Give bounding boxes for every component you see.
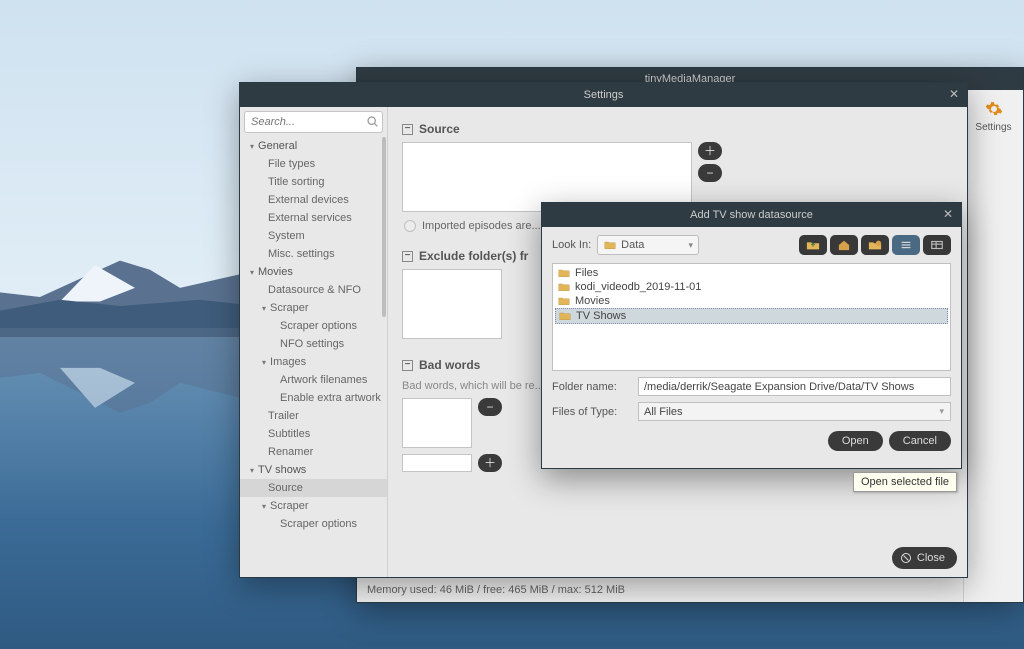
lookin-combo[interactable]: Data ▾ bbox=[597, 235, 699, 255]
nav-tv-shows[interactable]: TV shows bbox=[240, 461, 387, 479]
settings-close-icon[interactable]: ✕ bbox=[947, 87, 961, 101]
gear-icon bbox=[985, 100, 1003, 118]
remove-source-button[interactable]: − bbox=[698, 164, 722, 182]
nav-tv-scraper-options[interactable]: Scraper options bbox=[240, 515, 387, 533]
files-of-type-select[interactable]: All Files ▾ bbox=[638, 402, 951, 421]
folder-name-label: Folder name: bbox=[552, 381, 632, 393]
nav-datasource-nfo[interactable]: Datasource & NFO bbox=[240, 281, 387, 299]
folder-icon bbox=[558, 268, 570, 278]
folder-icon bbox=[559, 311, 571, 321]
settings-title: Settings bbox=[584, 89, 624, 101]
nav-scraper[interactable]: Scraper bbox=[240, 299, 387, 317]
search-icon bbox=[366, 115, 379, 128]
nav-file-types[interactable]: File types bbox=[240, 155, 387, 173]
file-item-kodi[interactable]: kodi_videodb_2019-11-01 bbox=[555, 280, 948, 294]
collapse-icon[interactable]: − bbox=[402, 124, 413, 135]
nav-scraper-options[interactable]: Scraper options bbox=[240, 317, 387, 335]
checkbox-icon bbox=[404, 220, 416, 232]
nav-external-services[interactable]: External services bbox=[240, 209, 387, 227]
list-view-button[interactable] bbox=[892, 235, 920, 255]
up-folder-button[interactable] bbox=[799, 235, 827, 255]
section-source-head: − Source bbox=[402, 117, 953, 142]
dialog-close-icon[interactable]: ✕ bbox=[941, 207, 955, 221]
cancel-button[interactable]: Cancel bbox=[889, 431, 951, 451]
settings-titlebar: Settings ✕ bbox=[240, 83, 967, 107]
nav-tv-scraper[interactable]: Scraper bbox=[240, 497, 387, 515]
file-item-files[interactable]: Files bbox=[555, 266, 948, 280]
nav-subtitles[interactable]: Subtitles bbox=[240, 425, 387, 443]
nav-enable-extra-artwork[interactable]: Enable extra artwork bbox=[240, 389, 387, 407]
nav-general[interactable]: General bbox=[240, 137, 387, 155]
nav-misc[interactable]: Misc. settings bbox=[240, 245, 387, 263]
status-memory: Memory used: 46 MiB / free: 465 MiB / ma… bbox=[367, 583, 625, 598]
add-badword-button[interactable]: ＋ bbox=[478, 454, 502, 472]
nav-artwork-filenames[interactable]: Artwork filenames bbox=[240, 371, 387, 389]
collapse-icon[interactable]: − bbox=[402, 251, 413, 262]
chevron-down-icon: ▾ bbox=[689, 240, 694, 251]
add-source-button[interactable]: ＋ bbox=[698, 142, 722, 160]
nav-renamer[interactable]: Renamer bbox=[240, 443, 387, 461]
dialog-title: Add TV show datasource bbox=[690, 209, 813, 221]
folder-icon bbox=[558, 296, 570, 306]
files-of-type-label: Files of Type: bbox=[552, 406, 632, 418]
settings-search-input[interactable] bbox=[244, 111, 383, 133]
settings-nav: General File types Title sorting Externa… bbox=[240, 107, 388, 577]
chevron-down-icon: ▾ bbox=[939, 406, 944, 417]
open-button[interactable]: Open bbox=[828, 431, 883, 451]
exclude-list[interactable] bbox=[402, 269, 502, 339]
nav-nfo-settings[interactable]: NFO settings bbox=[240, 335, 387, 353]
folder-icon bbox=[604, 240, 616, 250]
collapse-icon[interactable]: − bbox=[402, 360, 413, 371]
lookin-label: Look In: bbox=[552, 239, 591, 251]
settings-shortcut-label: Settings bbox=[975, 122, 1011, 133]
details-view-button[interactable] bbox=[923, 235, 951, 255]
nav-system[interactable]: System bbox=[240, 227, 387, 245]
nav-movies[interactable]: Movies bbox=[240, 263, 387, 281]
settings-shortcut[interactable]: Settings bbox=[964, 90, 1023, 143]
home-button[interactable] bbox=[830, 235, 858, 255]
add-datasource-dialog: Add TV show datasource ✕ Look In: Data ▾ bbox=[541, 202, 962, 469]
remove-badword-button[interactable]: − bbox=[478, 398, 502, 416]
nav-external-devices[interactable]: External devices bbox=[240, 191, 387, 209]
folder-icon bbox=[558, 282, 570, 292]
main-right-panel: Settings bbox=[963, 90, 1023, 602]
nav-source[interactable]: Source bbox=[240, 479, 387, 497]
bad-words-list[interactable] bbox=[402, 398, 472, 448]
file-item-movies[interactable]: Movies bbox=[555, 294, 948, 308]
dialog-titlebar: Add TV show datasource ✕ bbox=[542, 203, 961, 227]
new-folder-button[interactable] bbox=[861, 235, 889, 255]
nav-trailer[interactable]: Trailer bbox=[240, 407, 387, 425]
bad-word-input[interactable] bbox=[402, 454, 472, 472]
folder-name-input[interactable] bbox=[638, 377, 951, 396]
file-list[interactable]: Files kodi_videodb_2019-11-01 Movies TV … bbox=[552, 263, 951, 371]
nav-scrollbar[interactable] bbox=[382, 137, 386, 317]
file-item-tvshows[interactable]: TV Shows bbox=[555, 308, 948, 324]
nav-images[interactable]: Images bbox=[240, 353, 387, 371]
lookin-value: Data bbox=[621, 239, 644, 251]
nav-title-sorting[interactable]: Title sorting bbox=[240, 173, 387, 191]
settings-close-button[interactable]: Close bbox=[892, 547, 957, 569]
tooltip: Open selected file bbox=[853, 472, 957, 492]
